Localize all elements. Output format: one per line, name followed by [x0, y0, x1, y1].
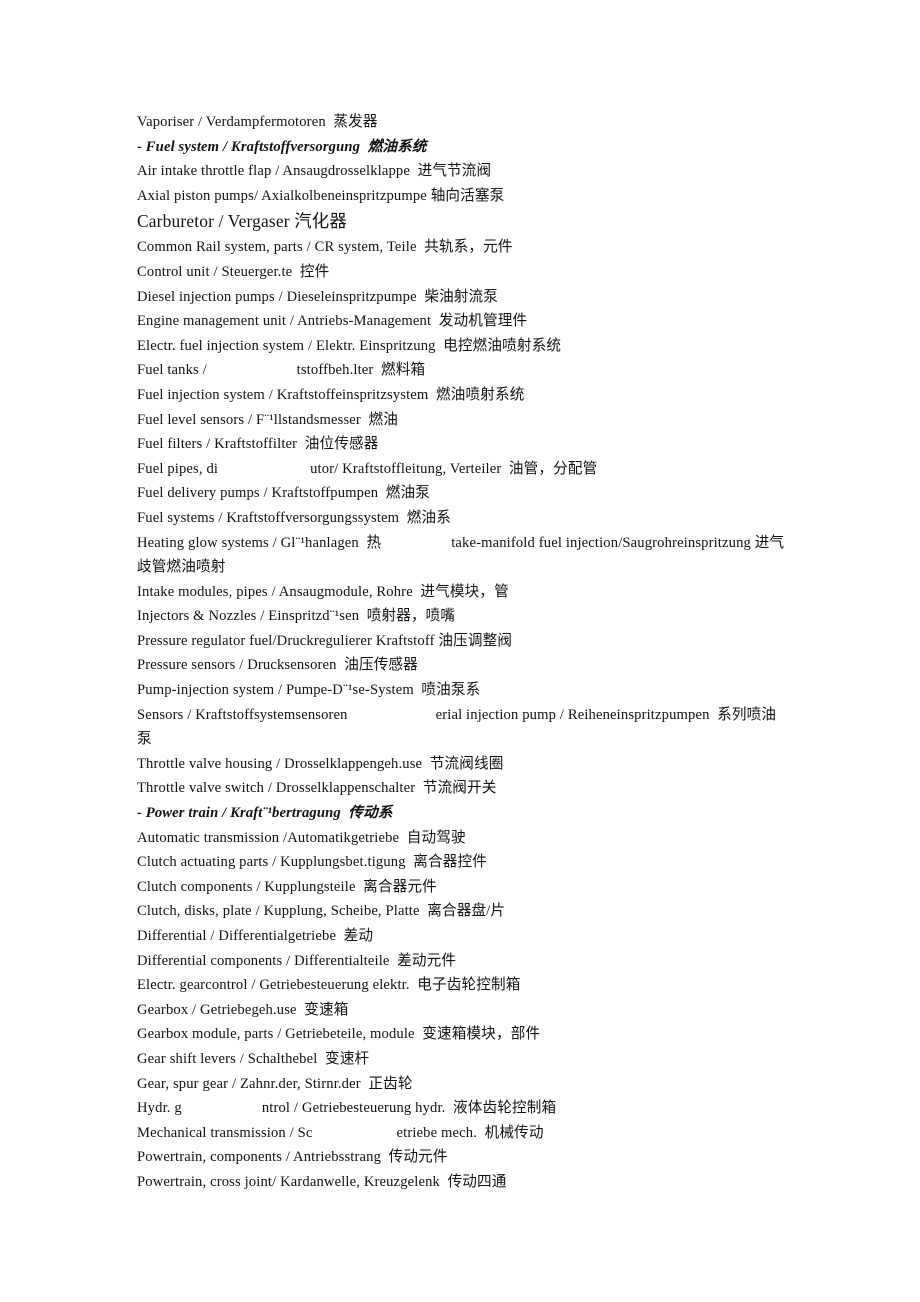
glossary-entry: Fuel systems / Kraftstoffversorgungssyst… [137, 509, 451, 526]
glossary-entry: Heating glow systems / Gl¨¹hanlagen 热 tak… [137, 531, 785, 580]
glossary-entry: Common Rail system, parts / CR system, T… [137, 239, 513, 256]
glossary-entry: Clutch components / Kupplungsteile 离合器元件 [137, 878, 437, 895]
glossary-entry: Automatic transmission /Automatikgetrieb… [137, 829, 466, 846]
glossary-entry: Axial piston pumps/ Axialkolbeneinspritz… [137, 187, 505, 204]
glossary-entry: Hydr. g ntrol / Getriebesteuerung hydr. 液… [137, 1096, 797, 1121]
document-page: Vaporiser / Verdampfermotoren 蒸发器 - Fuel … [0, 0, 920, 1302]
entry-text-before-gap: Fuel pipes, di [137, 460, 219, 477]
entry-text-before-gap: Fuel tanks / [137, 362, 211, 379]
glossary-text-block: Vaporiser / Verdampfermotoren 蒸发器 - Fuel … [137, 110, 797, 1195]
glossary-entry: Fuel level sensors / F¨¹llstandsmesser 燃… [137, 411, 399, 428]
section-heading: - Fuel system / Kraftstoffversorgung 燃油系… [137, 138, 427, 155]
glossary-entry: Vaporiser / Verdampfermotoren 蒸发器 [137, 114, 378, 130]
glossary-entry: Gear, spur gear / Zahnr.der, Stirnr.der … [137, 1075, 413, 1092]
glossary-entry: Throttle valve switch / Drosselklappensc… [137, 780, 497, 797]
glossary-entry: Electr. fuel injection system / Elektr. … [137, 337, 562, 354]
glossary-entry: Diesel injection pumps / Dieseleinspritz… [137, 288, 499, 305]
glossary-entry: Injectors & Nozzles / Einspritzd¨¹sen 喷射… [137, 608, 456, 625]
glossary-entry: Gearbox module, parts / Getriebeteile, m… [137, 1026, 541, 1043]
section-heading: - Power train / Kraft¨¹bertragung 传动系 [137, 805, 393, 822]
glossary-entry: Clutch, disks, plate / Kupplung, Scheibe… [137, 903, 506, 920]
entry-text-after-gap: utor/ Kraftstoffleitung, Verteiler 油管，分配… [310, 460, 598, 477]
glossary-entry: Clutch actuating parts / Kupplungsbet.ti… [137, 854, 487, 871]
glossary-entry: Control unit / Steuerger.te 控件 [137, 263, 330, 280]
glossary-entry: Differential / Differentialgetriebe 差动 [137, 928, 374, 944]
entry-text-before-gap: Sensors / Kraftstoffsystemsensoren [137, 706, 348, 723]
entry-text-after-gap: etriebe mech. 机械传动 [396, 1124, 544, 1141]
glossary-entry: Engine management unit / Antriebs-Manage… [137, 313, 528, 330]
entry-text-before-gap: Heating glow systems / Gl¨¹hanlagen 热 [137, 534, 382, 551]
glossary-entry: Air intake throttle flap / Ansaugdrossel… [137, 163, 492, 180]
glossary-entry: Carburetor / Vergaser 汽化器 [137, 211, 347, 232]
glossary-entry: Pressure sensors / Drucksensoren 油压传感器 [137, 657, 418, 674]
glossary-entry: Electr. gearcontrol / Getriebesteuerung … [137, 977, 521, 994]
glossary-entry: Powertrain, components / Antriebsstrang … [137, 1149, 448, 1166]
glossary-entry: Fuel tanks / tstoffbeh.lter 燃料箱 [137, 358, 797, 383]
glossary-entry: Fuel filters / Kraftstoffilter 油位传感器 [137, 436, 379, 453]
entry-text-after-gap: ntrol / Getriebesteuerung hydr. 液体齿轮控制箱 [261, 1100, 557, 1117]
glossary-entry: Sensors / Kraftstoffsystemsensoren erial … [137, 703, 785, 752]
entry-text-before-gap: Hydr. g [137, 1100, 182, 1117]
glossary-entry: Mechanical transmission / Sc etriebe mech… [137, 1121, 797, 1146]
entry-text-before-gap: Mechanical transmission / Sc [137, 1124, 313, 1141]
glossary-entry: Gearbox / Getriebegeh.use 变速箱 [137, 1001, 349, 1018]
glossary-entry: Fuel injection system / Kraftstoffeinspr… [137, 386, 525, 403]
glossary-entry: Pressure regulator fuel/Druckregulierer … [137, 632, 513, 649]
glossary-entry: Powertrain, cross joint/ Kardanwelle, Kr… [137, 1173, 507, 1190]
glossary-entry: Pump-injection system / Pumpe-D¨¹se-Syst… [137, 682, 481, 699]
entry-text-after-gap: tstoffbeh.lter 燃料箱 [296, 362, 426, 379]
glossary-entry: Differential components / Differentialte… [137, 952, 457, 969]
glossary-entry: Fuel pipes, di utor/ Kraftstoffleitung, V… [137, 457, 797, 482]
glossary-entry: Throttle valve housing / Drosselklappeng… [137, 755, 504, 772]
glossary-entry: Intake modules, pipes / Ansaugmodule, Ro… [137, 583, 509, 600]
glossary-entry: Gear shift levers / Schalthebel 变速杆 [137, 1050, 370, 1067]
glossary-entry: Fuel delivery pumps / Kraftstoffpumpen 燃… [137, 485, 430, 502]
